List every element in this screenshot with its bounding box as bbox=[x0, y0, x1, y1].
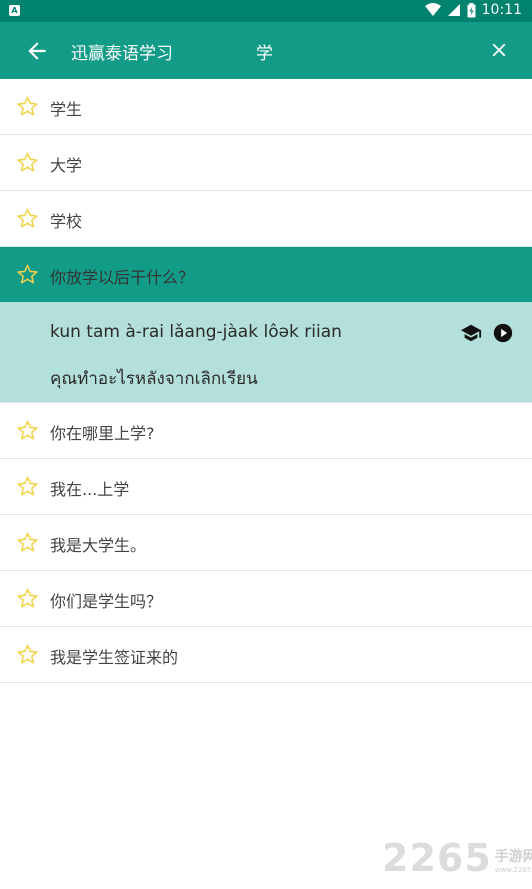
list-item[interactable]: 我是大学生。 bbox=[0, 515, 532, 571]
search-input[interactable] bbox=[256, 38, 456, 64]
translation-panel: kun tam à-rai lǎang-jàak lôək riian คุณท… bbox=[0, 302, 532, 403]
star-outline-icon[interactable] bbox=[16, 419, 39, 442]
app-notification-icon: A bbox=[9, 5, 20, 16]
list-item[interactable]: 你在哪里上学? bbox=[0, 403, 532, 459]
star-outline-icon[interactable] bbox=[16, 587, 39, 610]
star-outline-icon[interactable] bbox=[16, 531, 39, 554]
signal-icon bbox=[447, 4, 460, 16]
watermark-caption: 手游网 www.2265.com bbox=[495, 846, 532, 874]
watermark-logo: 2265 手游网 www.2265.com bbox=[382, 836, 532, 880]
list-item-text: 学生 bbox=[50, 100, 83, 119]
list-item-text: 大学 bbox=[50, 156, 83, 175]
watermark-label: 手游网 bbox=[494, 849, 532, 865]
watermark-url: www.2265.com bbox=[494, 866, 532, 874]
list-item[interactable]: 你们是学生吗？ bbox=[0, 571, 532, 627]
graduation-cap-icon[interactable] bbox=[460, 322, 482, 344]
list-item-text: 我在...上学 bbox=[50, 480, 130, 499]
star-outline-icon[interactable] bbox=[16, 263, 39, 286]
thai-text: คุณทำอะไรหลังจากเลิกเรียน bbox=[50, 369, 258, 389]
watermark-number: 2265 bbox=[382, 836, 492, 880]
list-item[interactable]: 我在...上学 bbox=[0, 459, 532, 515]
star-outline-icon[interactable] bbox=[16, 475, 39, 498]
star-outline-icon[interactable] bbox=[16, 151, 39, 174]
clock: 10:11 bbox=[481, 2, 522, 18]
app-title: 迅赢泰语学习 bbox=[71, 44, 173, 64]
battery-icon bbox=[467, 2, 476, 17]
list-item-text: 你们是学生吗？ bbox=[50, 592, 163, 611]
toolbar: 迅赢泰语学习 bbox=[0, 22, 532, 79]
list-item[interactable]: 学校 bbox=[0, 191, 532, 247]
results-list: 学生 大学 学校 你放学以后干什么？ kun tam à-rai lǎang-j… bbox=[0, 79, 532, 683]
list-item-selected[interactable]: 你放学以后干什么？ bbox=[0, 247, 532, 302]
star-outline-icon[interactable] bbox=[16, 95, 39, 118]
wifi-icon bbox=[424, 3, 441, 16]
star-outline-icon[interactable] bbox=[16, 207, 39, 230]
close-icon[interactable] bbox=[488, 39, 510, 61]
romanization-text: kun tam à-rai lǎang-jàak lôək riian bbox=[50, 322, 342, 342]
back-arrow-icon[interactable] bbox=[24, 38, 50, 64]
list-item[interactable]: 大学 bbox=[0, 135, 532, 191]
list-item[interactable]: 我是学生签证来的 bbox=[0, 627, 532, 683]
list-item-text: 你放学以后干什么？ bbox=[50, 268, 195, 287]
list-item[interactable]: 学生 bbox=[0, 79, 532, 135]
list-item-text: 学校 bbox=[50, 212, 83, 231]
list-item-text: 我是学生签证来的 bbox=[50, 648, 179, 667]
star-outline-icon[interactable] bbox=[16, 643, 39, 666]
list-item-text: 你在哪里上学? bbox=[50, 424, 155, 443]
play-icon[interactable] bbox=[492, 322, 514, 344]
status-bar: A 10:11 bbox=[0, 0, 532, 22]
status-icons: 10:11 bbox=[424, 2, 522, 18]
list-item-text: 我是大学生。 bbox=[50, 536, 147, 555]
